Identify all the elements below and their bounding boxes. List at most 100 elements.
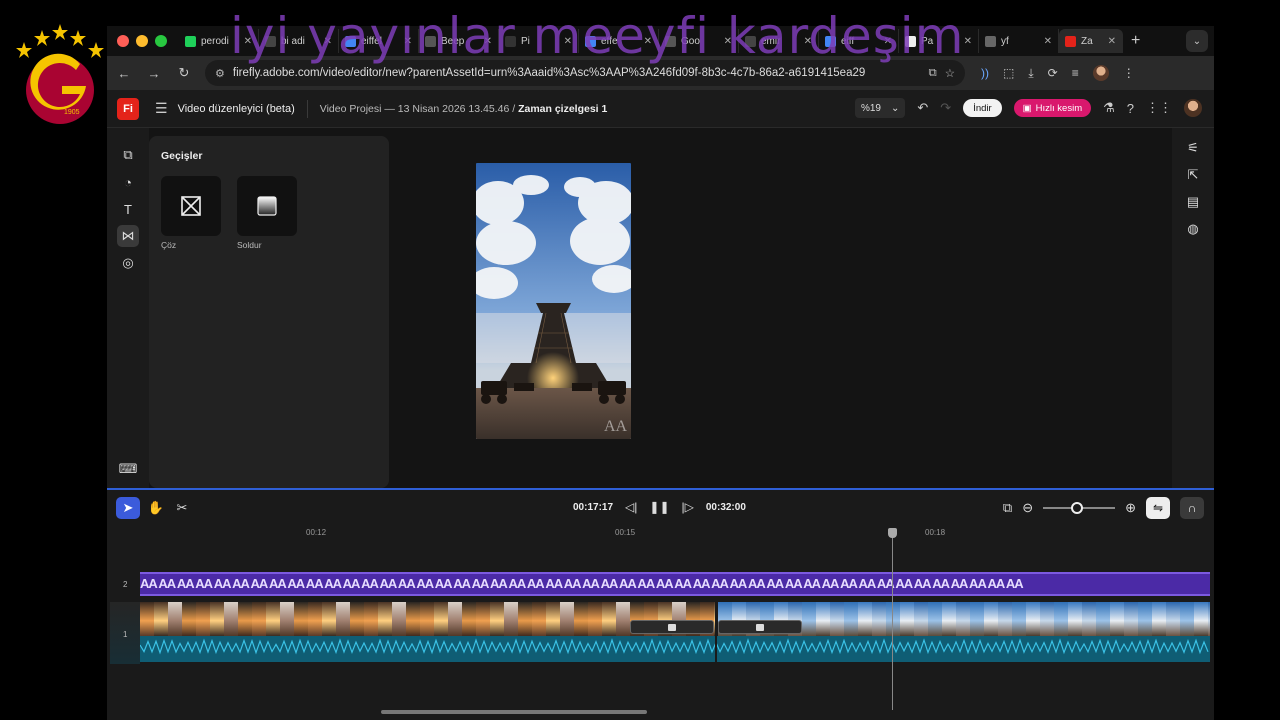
url-field[interactable]: ⚙ firefly.adobe.com/video/editor/new?par… <box>205 60 965 86</box>
export-icon[interactable]: ⇱ <box>1183 165 1203 185</box>
fade-transition-marker[interactable] <box>718 620 802 634</box>
keyboard-icon[interactable]: ⌨ <box>117 458 139 480</box>
close-window-button[interactable] <box>117 35 129 47</box>
labs-flask-icon[interactable]: ⚗ <box>1103 100 1115 116</box>
time-ruler[interactable]: 00:12 00:15 00:18 <box>140 526 1210 542</box>
video-preview[interactable]: AA <box>476 163 631 439</box>
video-track[interactable] <box>140 602 1210 664</box>
sync-icon[interactable]: ⟳ <box>1048 66 1058 80</box>
captions-icon[interactable]: ▤ <box>1183 192 1203 212</box>
hand-tool-icon[interactable]: ✋ <box>144 497 168 519</box>
audio-waveform[interactable] <box>140 636 1210 662</box>
text-overlay-clip[interactable]: AA AA AA AA AA AA AA AA AA AA AA AA AA A… <box>140 572 1210 596</box>
tab-close-icon[interactable]: ✕ <box>324 36 332 47</box>
help-icon[interactable]: ? <box>1127 101 1134 116</box>
tab-close-icon[interactable]: ✕ <box>1108 36 1116 47</box>
clip-thumbnail <box>1194 602 1208 636</box>
browser-tab[interactable]: Beep ✕ <box>419 29 499 53</box>
maximize-window-button[interactable] <box>155 35 167 47</box>
tab-close-icon[interactable]: ✕ <box>884 36 892 47</box>
reading-list-icon[interactable]: ≡ <box>1072 66 1079 80</box>
profile-avatar[interactable] <box>1092 65 1109 81</box>
tab-close-icon[interactable]: ✕ <box>244 36 252 47</box>
browser-tab[interactable]: eiffel ✕ <box>339 29 419 53</box>
pause-icon[interactable]: ❚❚ <box>649 500 669 514</box>
browser-tab[interactable]: Za ✕ <box>1059 29 1123 53</box>
tab-close-icon[interactable]: ✕ <box>644 36 652 47</box>
zoom-in-icon[interactable]: ⊕ <box>1125 500 1136 516</box>
adjust-sliders-icon[interactable]: ⚟ <box>1183 138 1203 158</box>
download-button[interactable]: İndir <box>963 99 1002 117</box>
browser-tab[interactable]: effe ✕ <box>579 29 659 53</box>
tab-bar: perodi ✕ bi adi ✕ eiffel ✕ Beep ✕ Pi ✕ effe ✕ Goo ✕ em… <box>107 26 1214 56</box>
new-tab-button[interactable]: + <box>1131 32 1140 50</box>
select-pointer-icon[interactable]: ➤ <box>116 497 140 519</box>
galatasaray-logo: 1905 <box>16 24 104 124</box>
browser-tab[interactable]: bi adi ✕ <box>259 29 339 53</box>
clip-thumbnail <box>378 602 392 636</box>
browser-tab[interactable]: perodi ✕ <box>179 29 259 53</box>
zoom-select[interactable]: %19 ⌄ <box>854 98 906 118</box>
redo-icon[interactable]: ↷ <box>940 100 951 116</box>
minimize-window-button[interactable] <box>136 35 148 47</box>
clip-thumbnail <box>266 602 280 636</box>
clip-thumbnail <box>434 602 448 636</box>
generate-icon[interactable]: ◔ <box>117 171 139 193</box>
back-button[interactable]: ← <box>115 66 133 81</box>
dissolve-card[interactable] <box>161 176 221 236</box>
fade-transition-marker[interactable] <box>630 620 714 634</box>
tab-close-icon[interactable]: ✕ <box>484 36 492 47</box>
playhead-handle[interactable] <box>888 528 897 538</box>
site-settings-icon[interactable]: ⚙ <box>215 67 225 80</box>
tab-close-icon[interactable]: ✕ <box>804 36 812 47</box>
tab-close-icon[interactable]: ✕ <box>964 36 972 47</box>
effects-icon[interactable]: ◎ <box>117 252 139 274</box>
menu-icon[interactable]: ☰ <box>155 100 168 117</box>
apps-grid-icon[interactable]: ⋮⋮ <box>1146 100 1172 116</box>
fade-card[interactable] <box>237 176 297 236</box>
browser-tab[interactable]: yf ✕ <box>979 29 1059 53</box>
snap-toggle-icon[interactable]: ⇋ <box>1146 497 1170 519</box>
clip-thumbnail <box>844 602 858 636</box>
forward-button[interactable]: → <box>145 66 163 81</box>
browser-menu-icon[interactable]: ⋮ <box>1123 66 1135 80</box>
user-avatar[interactable] <box>1184 99 1202 117</box>
tab-close-icon[interactable]: ✕ <box>724 36 732 47</box>
playhead[interactable] <box>892 530 893 710</box>
media-icon[interactable]: ⧉ <box>117 144 139 166</box>
undo-icon[interactable]: ↶ <box>917 100 928 116</box>
timeline-name[interactable]: Zaman çizelgesi 1 <box>518 103 607 115</box>
reload-button[interactable]: ↻ <box>175 65 193 81</box>
step-forward-icon[interactable]: |▷ <box>682 500 694 514</box>
color-palette-icon[interactable]: ◍ <box>1183 219 1203 239</box>
browser-tab[interactable]: eiff ✕ <box>819 29 899 53</box>
audio-icon[interactable]: )) <box>981 66 989 80</box>
zoom-slider-knob[interactable] <box>1071 502 1084 514</box>
firefly-logo[interactable]: Fi <box>117 97 139 120</box>
bookmark-star-icon[interactable]: ☆ <box>945 66 955 80</box>
quick-cut-button[interactable]: ▣ Hızlı kesim <box>1013 99 1092 117</box>
zoom-out-icon[interactable]: ⊖ <box>1022 500 1033 516</box>
tab-close-icon[interactable]: ✕ <box>1044 36 1052 47</box>
fit-icon[interactable]: ⧉ <box>1003 500 1012 516</box>
transitions-icon[interactable]: ⋈ <box>117 225 139 247</box>
browser-tab[interactable]: Goo ✕ <box>659 29 739 53</box>
browser-tab[interactable]: Pa ✕ <box>899 29 979 53</box>
browser-tab[interactable]: emir ✕ <box>739 29 819 53</box>
extensions-icon[interactable]: ⬚ <box>1003 66 1014 80</box>
tab-close-icon[interactable]: ✕ <box>404 36 412 47</box>
page-icon <box>745 35 756 47</box>
magnet-icon[interactable]: ∩ <box>1180 497 1204 519</box>
tab-search-button[interactable]: ⌄ <box>1186 30 1208 52</box>
browser-tab[interactable]: Pi ✕ <box>499 29 579 53</box>
timeline-scrollbar[interactable] <box>381 710 647 714</box>
text-icon[interactable]: T <box>117 198 139 220</box>
translate-icon[interactable]: ⧉ <box>928 67 936 80</box>
project-name[interactable]: Video Projesi — 13 Nisan 2026 13.45.46 <box>320 103 510 115</box>
download-icon[interactable]: ⤓ <box>1028 66 1033 81</box>
tab-close-icon[interactable]: ✕ <box>564 36 572 47</box>
zoom-slider[interactable] <box>1043 502 1116 514</box>
step-back-icon[interactable]: ◁| <box>625 500 637 514</box>
scissors-icon[interactable]: ✂ <box>170 497 194 519</box>
video-clip-1[interactable] <box>140 602 715 636</box>
